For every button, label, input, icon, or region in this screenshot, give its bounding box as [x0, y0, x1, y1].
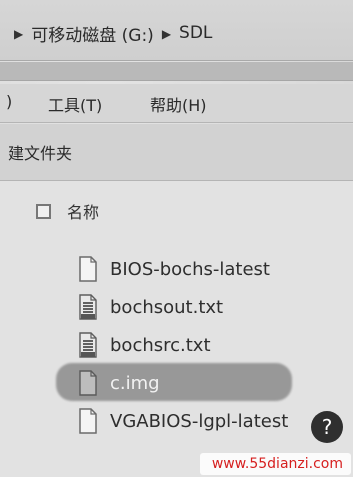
- circle-badge-icon: ?: [311, 411, 343, 443]
- file-name: BIOS-bochs-latest: [110, 258, 270, 280]
- breadcrumb: ▶ 可移动磁盘 (G:) ▶ SDL: [14, 21, 212, 46]
- menu-bar: ) 工具(T) 帮助(H): [0, 84, 353, 123]
- breadcrumb-item-folder[interactable]: SDL: [179, 23, 212, 43]
- breadcrumb-item-drive[interactable]: 可移动磁盘 (G:): [31, 21, 154, 46]
- menu-item-tools[interactable]: 工具(T): [48, 92, 102, 116]
- menu-item-help[interactable]: 帮助(H): [150, 92, 207, 116]
- new-folder-button[interactable]: 建文件夹: [8, 140, 72, 164]
- list-item[interactable]: BIOS-bochs-latest: [76, 255, 270, 283]
- file-list-header: 名称: [36, 199, 99, 223]
- file-list-pane: 名称 BIOS-bochs-latest bochsout.txt bochsr…: [0, 181, 353, 477]
- blank-file-icon: [76, 255, 100, 283]
- chevron-right-icon: ▶: [14, 27, 24, 41]
- text-file-icon: [76, 293, 100, 321]
- file-name: bochsout.txt: [110, 296, 224, 318]
- chevron-right-icon: ▶: [161, 27, 172, 41]
- text-file-icon: [76, 331, 100, 359]
- address-bar: ▶ 可移动磁盘 (G:) ▶ SDL: [0, 0, 353, 61]
- select-all-checkbox[interactable]: [36, 203, 51, 219]
- blank-file-icon: [76, 369, 100, 397]
- address-band: [0, 62, 353, 81]
- file-name: bochsrc.txt: [110, 334, 211, 356]
- list-item[interactable]: VGABIOS-lgpl-latest: [76, 407, 288, 435]
- file-name: VGABIOS-lgpl-latest: [110, 410, 289, 432]
- watermark: www.55dianzi.com: [199, 453, 351, 475]
- list-item[interactable]: bochsout.txt: [76, 293, 223, 321]
- list-item[interactable]: bochsrc.txt: [76, 331, 211, 359]
- list-item-selected[interactable]: c.img: [76, 369, 160, 397]
- file-name: c.img: [110, 372, 160, 394]
- column-header-name[interactable]: 名称: [67, 199, 99, 223]
- toolbar: 建文件夹: [0, 124, 353, 181]
- blank-file-icon: [76, 407, 100, 435]
- menu-item-partial[interactable]: ): [6, 92, 12, 111]
